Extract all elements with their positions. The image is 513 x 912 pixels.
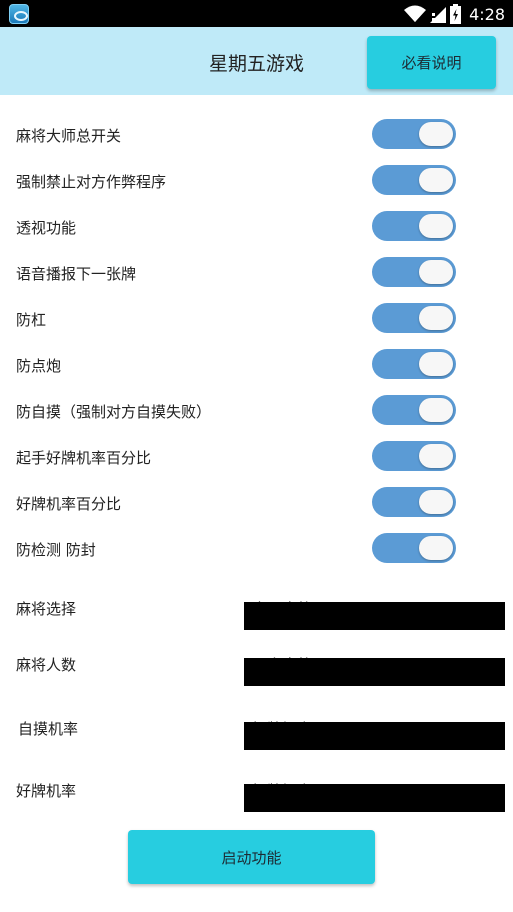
toggle-switch-anti-discard[interactable]	[372, 349, 456, 379]
setting-label: 防检测 防封	[16, 541, 96, 559]
setting-label: 麻将大师总开关	[16, 127, 122, 145]
select-label: 麻将人数	[16, 656, 77, 674]
help-button[interactable]: 必看说明	[367, 36, 496, 89]
switch-knob	[419, 444, 453, 468]
setting-label: 好牌机率百分比	[16, 495, 122, 513]
settings-list: 麻将大师总开关 强制禁止对方作弊程序 透视功能 语音播报下一张牌 防杠 防点炮 …	[0, 112, 513, 572]
header: 星期五游戏 必看说明	[0, 27, 513, 95]
setting-row-anti-cheat: 强制禁止对方作弊程序	[0, 158, 513, 204]
start-button[interactable]: 启动功能	[128, 830, 375, 884]
setting-row-anti-kong: 防杠	[0, 296, 513, 342]
select-row-self-draw-rate: 自摸机率 好牌提高10%	[0, 710, 513, 750]
redaction-bar	[244, 602, 505, 630]
status-bar: 4:28	[0, 0, 513, 27]
select-label: 好牌机率	[16, 782, 77, 800]
switch-knob	[419, 490, 453, 514]
setting-row-anti-detect: 防检测 防封	[0, 526, 513, 572]
setting-row-anti-discard: 防点炮	[0, 342, 513, 388]
switch-knob	[419, 260, 453, 284]
select-row-player-count: 麻将人数 二人麻将	[0, 646, 513, 686]
redaction-bar	[244, 784, 505, 812]
toggle-switch-anti-cheat[interactable]	[372, 165, 456, 195]
toggle-switch-anti-kong[interactable]	[372, 303, 456, 333]
app-icon	[9, 4, 29, 24]
status-icons: 4:28	[404, 3, 505, 25]
switch-knob	[419, 352, 453, 376]
setting-row-good-tile: 好牌机率百分比	[0, 480, 513, 526]
switch-knob	[419, 214, 453, 238]
redaction-bar	[244, 658, 505, 686]
signal-icon	[430, 7, 447, 23]
setting-row-see-through: 透视功能	[0, 204, 513, 250]
toggle-switch-see-through[interactable]	[372, 211, 456, 241]
redaction-bar	[244, 722, 505, 750]
switch-knob	[419, 122, 453, 146]
setting-row-anti-self-draw: 防自摸（强制对方自摸失败）	[0, 388, 513, 434]
select-row-mahjong-type: 麻将选择 南昌麻将	[0, 590, 513, 630]
setting-label: 语音播报下一张牌	[16, 265, 137, 283]
wifi-icon	[404, 5, 427, 22]
toggle-switch-voice[interactable]	[372, 257, 456, 287]
battery-icon	[450, 4, 462, 24]
switch-knob	[419, 306, 453, 330]
switch-knob	[419, 398, 453, 422]
toggle-switch-start-hand[interactable]	[372, 441, 456, 471]
select-label: 自摸机率	[18, 720, 79, 738]
select-row-good-tile-rate: 好牌机率 好牌提高10%	[0, 772, 513, 812]
select-label: 麻将选择	[16, 600, 77, 618]
setting-label: 透视功能	[16, 219, 77, 237]
setting-label: 强制禁止对方作弊程序	[16, 173, 167, 191]
setting-row-start-hand: 起手好牌机率百分比	[0, 434, 513, 480]
clock: 4:28	[469, 4, 505, 24]
toggle-switch-good-tile[interactable]	[372, 487, 456, 517]
setting-row-master: 麻将大师总开关	[0, 112, 513, 158]
setting-label: 防点炮	[16, 357, 62, 375]
switch-knob	[419, 168, 453, 192]
setting-label: 防杠	[16, 311, 47, 329]
toggle-switch-anti-detect[interactable]	[372, 533, 456, 563]
switch-knob	[419, 536, 453, 560]
setting-label: 起手好牌机率百分比	[16, 449, 152, 467]
setting-row-voice: 语音播报下一张牌	[0, 250, 513, 296]
setting-label: 防自摸（强制对方自摸失败）	[16, 403, 212, 421]
toggle-switch-master[interactable]	[372, 119, 456, 149]
toggle-switch-anti-self-draw[interactable]	[372, 395, 456, 425]
